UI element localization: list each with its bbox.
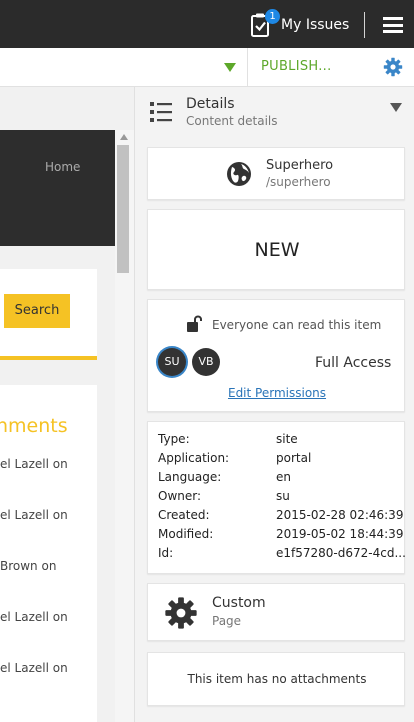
properties-card: Type: site Application: portal Language:… <box>147 421 406 574</box>
search-button[interactable]: Search <box>4 294 70 328</box>
topbar-divider <box>364 12 365 38</box>
gear-icon <box>164 596 198 630</box>
comment-item[interactable]: el Lazell on <box>0 610 68 624</box>
content-type-sub: Page <box>212 614 242 628</box>
property-value: en <box>276 470 291 484</box>
panel-title: Details <box>186 96 235 112</box>
comment-item[interactable]: el Lazell on <box>0 661 68 675</box>
site-card[interactable]: Superhero /superhero <box>147 147 405 200</box>
property-row: Modified: 2019-05-02 18:44:39 <box>158 527 403 545</box>
attachments-card: This item has no attachments <box>147 652 405 706</box>
globe-icon <box>226 161 252 187</box>
list-icon <box>150 101 172 123</box>
scroll-up-arrow-icon[interactable] <box>120 134 128 140</box>
issues-count-badge: 1 <box>265 9 280 24</box>
scrollbar[interactable] <box>115 130 134 722</box>
my-issues-button[interactable]: 1 My Issues <box>250 9 350 38</box>
avatar[interactable]: VB <box>192 348 220 376</box>
property-value: e1f57280-d672-4cd... <box>276 546 406 560</box>
edit-permissions-link[interactable]: Edit Permissions <box>148 386 406 400</box>
comments-heading: nments <box>0 415 68 437</box>
avatar[interactable]: SU <box>158 348 186 376</box>
property-value: su <box>276 489 290 503</box>
property-row: Id: e1f57280-d672-4cd... <box>158 546 406 564</box>
comment-item[interactable]: Brown on <box>0 559 56 573</box>
page-preview: Home Search nments el Lazell on el Lazel… <box>0 87 134 722</box>
preview-comments: nments el Lazell on el Lazell on Brown o… <box>0 385 97 722</box>
property-key: Application: <box>158 451 230 465</box>
property-value: 2019-05-02 18:44:39 <box>276 527 404 541</box>
preview-search-box: Search <box>0 269 97 360</box>
chevron-down-icon[interactable] <box>224 63 236 72</box>
site-name: Superhero <box>266 158 334 173</box>
content-type-name: Custom <box>212 595 266 611</box>
property-key: Created: <box>158 508 210 522</box>
hamburger-icon[interactable] <box>383 17 403 33</box>
panel-collapse-caret-icon[interactable] <box>390 103 402 112</box>
status-card: NEW <box>147 209 405 290</box>
status-badge: NEW <box>254 239 300 261</box>
property-key: Owner: <box>158 489 202 503</box>
nav-home-link[interactable]: Home <box>45 160 80 174</box>
property-row: Type: site <box>158 432 398 450</box>
top-bar: 1 My Issues <box>0 0 414 48</box>
property-value: site <box>276 432 298 446</box>
unlock-icon <box>186 315 204 333</box>
panel-subtitle: Content details <box>186 114 278 128</box>
access-level: Full Access <box>315 355 392 371</box>
property-key: Id: <box>158 546 174 560</box>
property-row: Application: portal <box>158 451 398 469</box>
permission-summary: Everyone can read this item <box>212 318 382 332</box>
content-type-card[interactable]: Custom Page <box>147 583 405 641</box>
preview-header: Home <box>0 130 115 246</box>
details-panel: Details Content details Superhero /super… <box>134 87 414 722</box>
property-key: Modified: <box>158 527 214 541</box>
property-row: Created: 2015-02-28 02:46:39 <box>158 508 403 526</box>
comment-item[interactable]: el Lazell on <box>0 508 68 522</box>
property-key: Type: <box>158 432 190 446</box>
property-key: Language: <box>158 470 222 484</box>
scrollbar-thumb[interactable] <box>117 145 129 273</box>
clipboard-check-icon: 1 <box>250 9 280 38</box>
site-path: /superhero <box>266 175 331 189</box>
publish-button[interactable]: PUBLISH... <box>261 59 332 74</box>
property-value: 2015-02-28 02:46:39 <box>276 508 404 522</box>
property-row: Owner: su <box>158 489 398 507</box>
gear-icon[interactable] <box>383 57 403 77</box>
toolbar: PUBLISH... <box>0 48 414 87</box>
my-issues-label: My Issues <box>281 17 350 33</box>
property-value: portal <box>276 451 312 465</box>
toolbar-divider <box>247 48 248 87</box>
property-row: Language: en <box>158 470 398 488</box>
comment-item[interactable]: el Lazell on <box>0 457 68 471</box>
attachments-empty-text: This item has no attachments <box>187 672 367 686</box>
permissions-card: Everyone can read this item SU VB Full A… <box>147 299 405 412</box>
